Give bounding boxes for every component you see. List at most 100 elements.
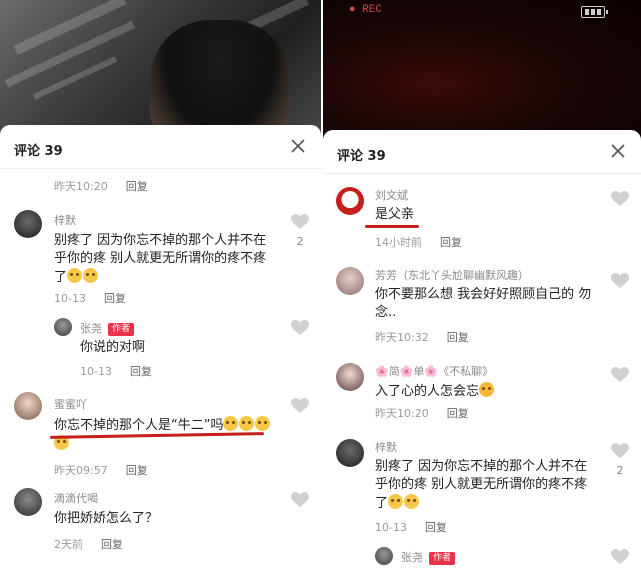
heart-icon[interactable] bbox=[291, 214, 309, 230]
comment-text-content: 你忘不掉的那个人是“牛二”吗 bbox=[54, 418, 224, 433]
comment-username[interactable]: 张尧 作者 bbox=[401, 549, 456, 565]
comment-partial: 昨天10:20 回复 bbox=[0, 178, 321, 198]
reply-button[interactable]: 回复 bbox=[126, 464, 148, 477]
comment-meta: 2天前 回复 bbox=[54, 536, 123, 552]
reply-button[interactable]: 回复 bbox=[447, 331, 469, 344]
username-text: 张尧 bbox=[80, 322, 102, 335]
comment-item: 芳芳（东北丫头尬聊幽默风趣） 你不要那么想 我会好好照顾自己的 勿念.. 昨天1… bbox=[323, 265, 641, 345]
comment-meta: 昨天10:20 回复 bbox=[54, 178, 148, 194]
comment-time: 昨天10:20 bbox=[54, 180, 108, 193]
comment-meta: 10-13 回复 bbox=[80, 363, 152, 379]
reply-button[interactable]: 回复 bbox=[126, 180, 148, 193]
heart-icon[interactable] bbox=[611, 549, 629, 565]
username-text: 张尧 bbox=[401, 551, 423, 564]
comment-item: 🌸简🌸单🌸《不私聊》 入了心的人怎会忘 昨天10:20 回复 bbox=[323, 361, 641, 425]
comment-sheet: 评论 39 刘文斌 是父亲 14小时前 回复 芳芳（东北丫头尬聊幽默风趣） 你不… bbox=[323, 130, 641, 575]
author-badge: 作者 bbox=[108, 323, 135, 336]
like-count: 2 bbox=[296, 235, 304, 248]
comment-text: 别疼了 因为你忘不掉的那个人并不在乎你的疼 别人就更无所谓你的疼不疼了 bbox=[375, 458, 597, 513]
comment-meta: 昨天10:20 回复 bbox=[375, 405, 469, 421]
comment-time: 10-13 bbox=[80, 365, 112, 378]
comment-time: 2天前 bbox=[54, 538, 83, 551]
avatar[interactable] bbox=[336, 267, 364, 295]
comment-text: 你不要那么想 我会好好照顾自己的 勿念.. bbox=[375, 287, 592, 320]
heart-icon[interactable] bbox=[291, 492, 309, 508]
heart-icon[interactable] bbox=[291, 320, 309, 336]
comment-username[interactable]: 滴滴代喝 bbox=[54, 490, 98, 506]
reply-item: 张尧 作者 你说的对啊 10-13 回复 bbox=[0, 316, 321, 379]
red-underline-annotation bbox=[365, 225, 419, 228]
comment-meta: 10-13 回复 bbox=[54, 290, 126, 306]
comment-item: 滴滴代喝 你把娇娇怎么了？ 2天前 回复 bbox=[0, 486, 321, 556]
comment-text: 是父亲 bbox=[375, 207, 415, 222]
emoji-icon bbox=[83, 268, 99, 283]
emoji-icon bbox=[388, 494, 404, 509]
close-icon[interactable] bbox=[291, 139, 305, 153]
left-screenshot: 评论 39 昨天10:20 回复 梓默 别疼了 因为你忘不掉的那个人并不在乎你的疼… bbox=[0, 0, 321, 575]
heart-icon[interactable] bbox=[611, 443, 629, 459]
reply-button[interactable]: 回复 bbox=[425, 521, 447, 534]
avatar[interactable] bbox=[14, 210, 42, 238]
like-count: 2 bbox=[616, 464, 624, 477]
comment-time: 14小时前 bbox=[375, 236, 422, 249]
comment-username[interactable]: 梓默 bbox=[54, 212, 76, 228]
comment-time: 10-13 bbox=[375, 521, 407, 534]
emoji-icon bbox=[404, 494, 420, 509]
sheet-header: 评论 39 bbox=[323, 130, 641, 174]
comment-item: 刘文斌 是父亲 14小时前 回复 bbox=[323, 185, 641, 255]
reply-button[interactable]: 回复 bbox=[440, 236, 462, 249]
comment-item: 梓默 别疼了 因为你忘不掉的那个人并不在乎你的疼 别人就更无所谓你的疼不疼了 1… bbox=[323, 437, 641, 537]
emoji-icon bbox=[255, 416, 271, 431]
rec-indicator: ● REC bbox=[349, 4, 383, 16]
comment-meta: 10-13 回复 bbox=[375, 519, 447, 535]
right-screenshot: ● REC 评论 39 刘文斌 是父亲 14小时前 回复 芳芳（东北丫头尬聊幽默… bbox=[323, 0, 641, 575]
video-frame[interactable] bbox=[0, 0, 321, 150]
laughing-emoji-icon bbox=[479, 382, 495, 397]
comment-text: 你把娇娇怎么了？ bbox=[54, 511, 159, 526]
video-frame[interactable]: ● REC bbox=[323, 0, 641, 140]
sheet-title: 评论 39 bbox=[14, 144, 63, 159]
reply-button[interactable]: 回复 bbox=[130, 365, 152, 378]
avatar[interactable] bbox=[14, 392, 42, 420]
heart-icon[interactable] bbox=[611, 367, 629, 383]
battery-icon bbox=[581, 6, 608, 18]
comment-username[interactable]: 刘文斌 bbox=[375, 187, 408, 203]
comment-username[interactable]: 芳芳（东北丫头尬聊幽默风趣） bbox=[375, 267, 529, 283]
avatar[interactable] bbox=[54, 318, 72, 336]
close-icon[interactable] bbox=[611, 144, 625, 158]
comment-item: 蜜蜜吖 你忘不掉的那个人是“牛二”吗 昨天09:57 回复 bbox=[0, 390, 321, 478]
sheet-title: 评论 39 bbox=[337, 149, 386, 164]
comment-time: 10-13 bbox=[54, 292, 86, 305]
comment-text: 入了心的人怎会忘 bbox=[375, 382, 597, 401]
comment-username[interactable]: 梓默 bbox=[375, 439, 397, 455]
avatar[interactable] bbox=[336, 187, 364, 215]
comment-username[interactable]: 蜜蜜吖 bbox=[54, 396, 87, 412]
heart-icon[interactable] bbox=[611, 273, 629, 289]
sheet-header: 评论 39 bbox=[0, 125, 321, 169]
comment-meta: 昨天10:32 回复 bbox=[375, 329, 469, 345]
author-badge: 作者 bbox=[429, 552, 456, 565]
comment-sheet: 评论 39 昨天10:20 回复 梓默 别疼了 因为你忘不掉的那个人并不在乎你的疼… bbox=[0, 125, 321, 575]
reply-button[interactable]: 回复 bbox=[447, 407, 469, 420]
avatar[interactable] bbox=[14, 488, 42, 516]
avatar[interactable] bbox=[375, 547, 393, 565]
avatar[interactable] bbox=[336, 363, 364, 391]
comment-meta: 昨天09:57 回复 bbox=[54, 462, 148, 478]
comment-text-content: 入了心的人怎会忘 bbox=[375, 384, 480, 399]
comment-item: 梓默 别疼了 因为你忘不掉的那个人并不在乎你的疼 别人就更无所谓你的疼不疼了 1… bbox=[0, 208, 321, 308]
emoji-icon bbox=[223, 416, 239, 431]
emoji-icon bbox=[239, 416, 255, 431]
comment-username[interactable]: 🌸简🌸单🌸《不私聊》 bbox=[375, 363, 493, 379]
heart-icon[interactable] bbox=[291, 398, 309, 414]
comment-meta: 14小时前 回复 bbox=[375, 234, 462, 250]
emoji-icon bbox=[67, 268, 83, 283]
comment-text: 你说的对啊 bbox=[80, 340, 146, 355]
heart-icon[interactable] bbox=[611, 191, 629, 207]
reply-button[interactable]: 回复 bbox=[104, 292, 126, 305]
reply-button[interactable]: 回复 bbox=[101, 538, 123, 551]
avatar[interactable] bbox=[336, 439, 364, 467]
reply-item: 张尧 作者 bbox=[323, 545, 641, 575]
comment-username[interactable]: 张尧 作者 bbox=[80, 320, 135, 336]
comment-time: 昨天10:20 bbox=[375, 407, 429, 420]
comment-text: 别疼了 因为你忘不掉的那个人并不在乎你的疼 别人就更无所谓你的疼不疼了 bbox=[54, 232, 276, 287]
